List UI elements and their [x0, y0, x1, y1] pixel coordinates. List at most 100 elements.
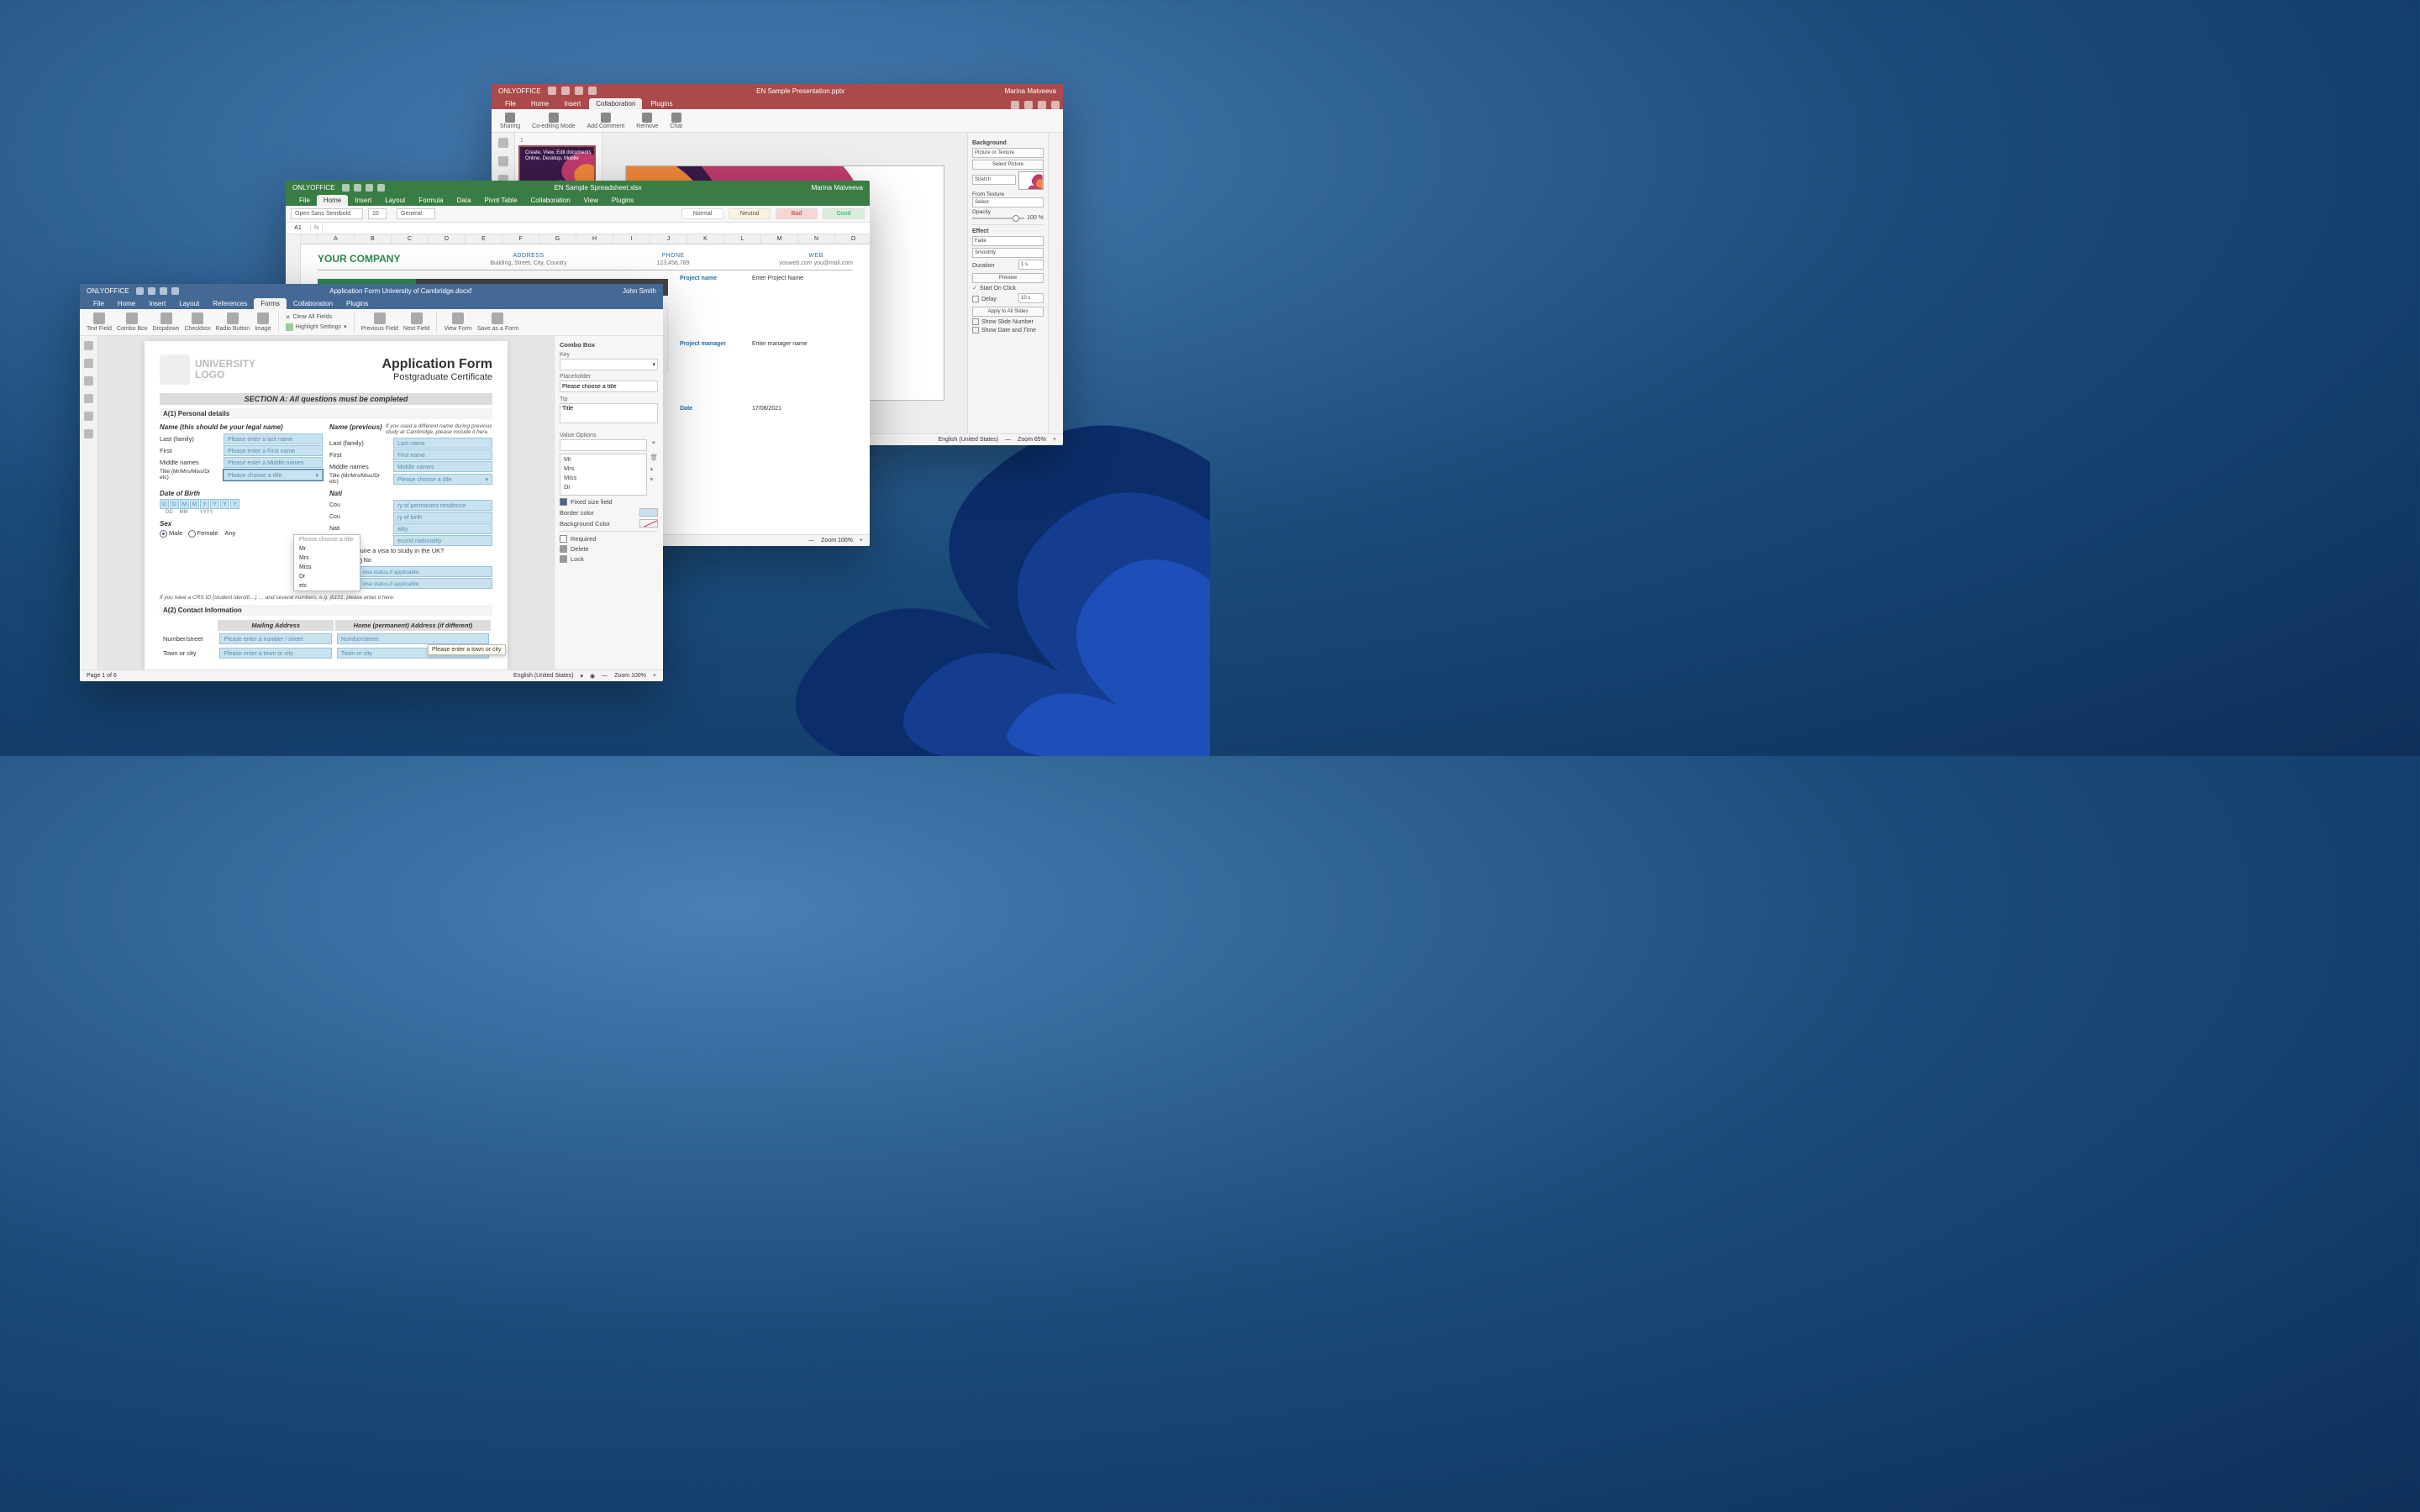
prev-mid-field[interactable]: Middle names [393, 461, 492, 472]
preview-button[interactable]: Preview [972, 273, 1044, 283]
middle-name-field[interactable]: Please enter a Middle names [224, 457, 323, 468]
last-name-field[interactable]: Please enter a last name [224, 433, 323, 444]
checkbox-button[interactable]: Checkbox [184, 312, 210, 332]
fill-mode-select[interactable]: Picture or Texture [972, 148, 1044, 158]
undo-icon[interactable] [160, 287, 167, 295]
tab-home[interactable]: Home [524, 98, 555, 109]
required-check[interactable] [560, 535, 567, 543]
undo-icon[interactable] [575, 87, 583, 95]
move-up-icon[interactable]: ▴ [650, 465, 658, 472]
tab-layout[interactable]: Layout [172, 298, 206, 309]
page-indicator[interactable]: Page 1 of 6 [87, 673, 117, 679]
sex-male-radio[interactable] [160, 530, 167, 538]
formula-input[interactable] [322, 223, 870, 234]
tab-plugins[interactable]: Plugins [644, 98, 679, 109]
sex-female-radio[interactable] [188, 530, 196, 538]
tab-collaboration[interactable]: Collaboration [589, 98, 642, 109]
numfmt-select[interactable]: General [397, 208, 435, 219]
tab-insert[interactable]: Insert [142, 298, 172, 309]
clear-fields-button[interactable]: ✕Clear All Fields [286, 314, 347, 321]
textfield-button[interactable]: Text Field [87, 312, 112, 332]
new-option-input[interactable] [560, 439, 647, 451]
search-icon[interactable] [498, 138, 508, 148]
tab-plugins[interactable]: Plugins [339, 298, 375, 309]
mail-street-field[interactable]: Please enter a number / street [219, 633, 331, 644]
share-icon[interactable] [1011, 101, 1019, 109]
info-icon[interactable] [84, 429, 93, 438]
tab-collab[interactable]: Collaboration [287, 298, 339, 309]
fontsize-select[interactable]: 10 [368, 208, 387, 219]
tab-file[interactable]: File [87, 298, 111, 309]
radio-button[interactable]: Radio Button [216, 312, 250, 332]
tab-home[interactable]: Home [317, 195, 348, 206]
save-form-button[interactable]: Save as a Form [477, 312, 518, 332]
dob-input[interactable]: DDMMYYYY [160, 499, 323, 509]
save-icon[interactable] [136, 287, 144, 295]
remove-button[interactable]: Remove [636, 113, 658, 129]
stretch-select[interactable]: Stretch [972, 175, 1016, 185]
track-changes-icon[interactable]: ◉ [590, 673, 595, 680]
delay-input[interactable]: 10 s [1018, 293, 1044, 303]
tab-insert[interactable]: Insert [557, 98, 587, 109]
combobox-button[interactable]: Combo Box [117, 312, 148, 332]
name-box[interactable]: A1 [286, 225, 311, 231]
tab-pivot[interactable]: Pivot Table [478, 195, 524, 206]
zoom-in-icon[interactable]: + [1053, 437, 1056, 443]
next-field-button[interactable]: Next Field [403, 312, 430, 332]
bg-color-swatch[interactable] [639, 519, 658, 528]
coediting-button[interactable]: Co-editing Mode [532, 113, 575, 129]
image-button[interactable]: Image [255, 312, 271, 332]
tab-plugins[interactable]: Plugins [605, 195, 640, 206]
save-icon[interactable] [548, 87, 556, 95]
lock-action[interactable]: Lock [560, 555, 658, 563]
dropdown-button[interactable]: Dropdown [153, 312, 180, 332]
move-down-icon[interactable]: ▾ [650, 475, 658, 483]
print-icon[interactable] [148, 287, 155, 295]
tab-collab[interactable]: Collaboration [524, 195, 577, 206]
select-picture-button[interactable]: Select Picture [972, 160, 1044, 170]
title-dropdown[interactable]: Please choose a title Mr Mrs Miss Dr etc [293, 534, 360, 591]
prev-first-field[interactable]: First name [393, 449, 492, 460]
prev-title-select[interactable]: Please choose a title [393, 474, 492, 485]
redo-icon[interactable] [377, 184, 385, 192]
tip-input[interactable] [560, 403, 658, 423]
title-select[interactable]: Please choose a title [224, 470, 323, 480]
effect-smooth-select[interactable]: Smoothly [972, 248, 1044, 258]
highlight-button[interactable]: Highlight Settings▾ [286, 323, 347, 331]
tab-layout[interactable]: Layout [378, 195, 412, 206]
print-icon[interactable] [561, 87, 570, 95]
duration-input[interactable]: 1 s [1018, 260, 1044, 270]
style-normal[interactable]: Normal [681, 208, 723, 219]
print-icon[interactable] [354, 184, 361, 192]
tab-file[interactable]: File [498, 98, 523, 109]
fixed-size-check[interactable] [560, 498, 567, 506]
comments-icon[interactable] [498, 156, 508, 166]
undo-icon[interactable] [366, 184, 373, 192]
placeholder-input[interactable] [560, 381, 658, 392]
tab-home[interactable]: Home [111, 298, 142, 309]
search-icon[interactable] [84, 341, 93, 350]
comments-icon[interactable] [84, 359, 93, 368]
style-bad[interactable]: Bad [776, 208, 818, 219]
style-neutral[interactable]: Neutral [729, 208, 771, 219]
delete-option-icon[interactable]: 🗑 [650, 454, 658, 461]
fx-icon[interactable]: fx [311, 225, 322, 231]
page-area[interactable]: UNIVERSITYLOGO Application Form Postgrad… [98, 336, 554, 669]
favorite-icon[interactable] [1038, 101, 1046, 109]
opacity-slider[interactable] [972, 218, 1024, 219]
redo-icon[interactable] [171, 287, 179, 295]
options-list[interactable]: Mr Mrs Miss Dr [560, 454, 647, 496]
lang-select[interactable]: English (United States) [513, 673, 574, 679]
redo-icon[interactable] [588, 87, 597, 95]
sharing-button[interactable]: Sharing [500, 113, 520, 129]
mail-town-field[interactable]: Please enter a town or city [219, 648, 331, 659]
save-icon[interactable] [342, 184, 350, 192]
tab-insert[interactable]: Insert [348, 195, 378, 206]
home-street-field[interactable]: Number/street [337, 633, 489, 644]
from-texture-select[interactable]: Select [972, 197, 1044, 207]
delete-action[interactable]: Delete [560, 545, 658, 553]
add-comment-button[interactable]: Add Comment [587, 113, 625, 129]
zoom-in-icon[interactable]: + [860, 538, 863, 543]
view-form-button[interactable]: View Form [444, 312, 471, 332]
border-color-swatch[interactable] [639, 508, 658, 517]
